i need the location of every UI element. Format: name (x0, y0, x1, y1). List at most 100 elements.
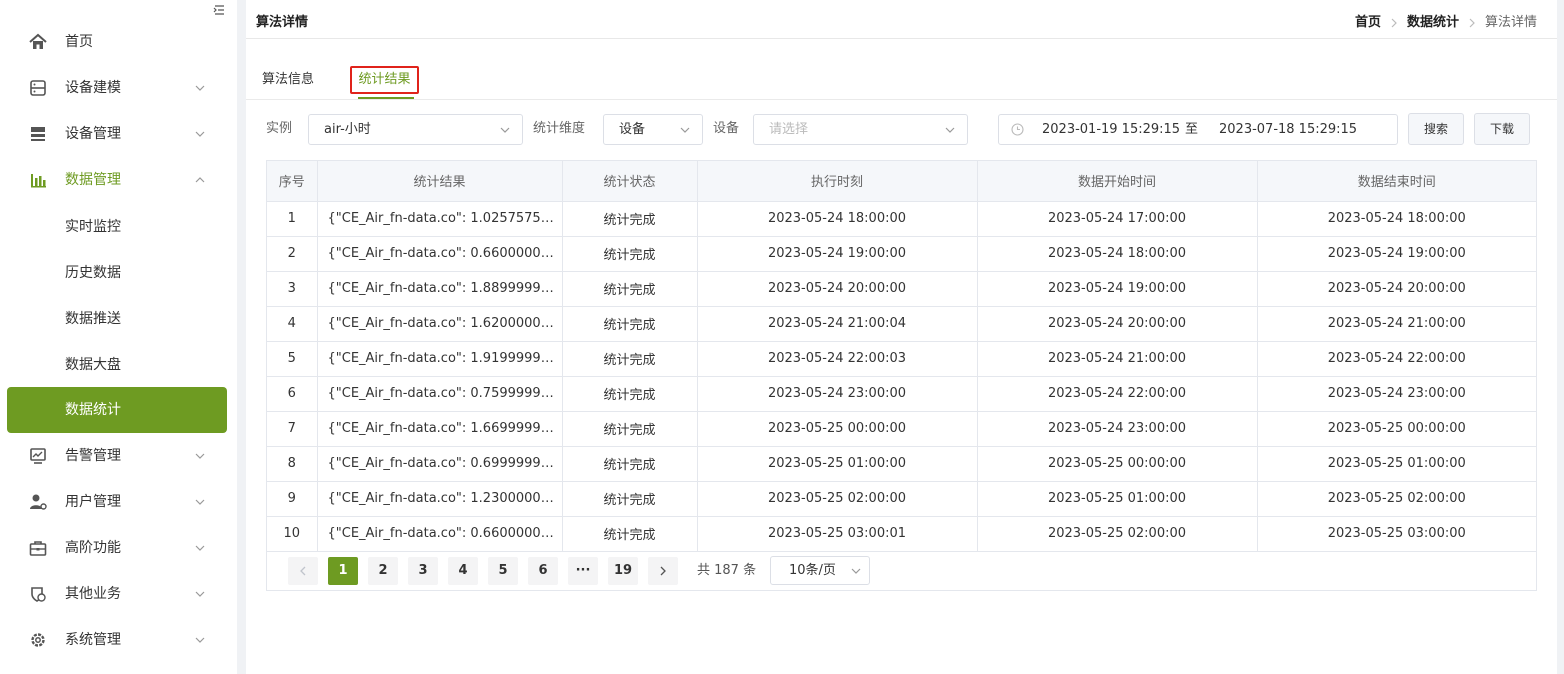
prev-page-button[interactable] (288, 557, 318, 585)
chevron-down-icon (195, 85, 205, 91)
right-gutter (1557, 0, 1564, 674)
breadcrumb-home[interactable]: 首页 (1355, 6, 1381, 39)
cell-end-time: 2023-05-25 03:00:00 (1256, 515, 1536, 552)
device-select[interactable]: 请选择 (753, 114, 968, 145)
table-row: 10 {"CE_Air_fn-data.co": 0.6600000… 统计完成… (267, 515, 1536, 552)
page-ellipsis-button[interactable]: ··· (568, 557, 598, 585)
clock-icon (1011, 123, 1024, 136)
cell-status: 统计完成 (561, 235, 698, 272)
cell-result: {"CE_Air_fn-data.co": 1.0257575… (316, 200, 563, 237)
collapse-menu-icon[interactable] (212, 3, 226, 17)
page-button-6[interactable]: 6 (528, 557, 558, 585)
sidebar-item-realtime-monitor[interactable]: 实时监控 (7, 204, 227, 250)
sidebar-item-data-management[interactable]: 数据管理 (7, 157, 227, 203)
sidebar-item-advanced-features[interactable]: 高阶功能 (7, 525, 227, 571)
cell-end-time: 2023-05-25 02:00:00 (1256, 480, 1536, 517)
dimension-label: 统计维度 (533, 121, 586, 136)
page-button-3[interactable]: 3 (408, 557, 438, 585)
sidebar-item-data-dashboard[interactable]: 数据大盘 (7, 342, 227, 388)
sidebar-item-label: 数据大盘 (65, 357, 121, 373)
chevron-down-icon (945, 127, 955, 133)
cell-start-time: 2023-05-24 19:00:00 (976, 270, 1258, 307)
page-size-select[interactable]: 10条/页 (770, 556, 870, 585)
sidebar-item-system-management[interactable]: 系统管理 (7, 617, 227, 663)
sidebar-item-alarm-management[interactable]: 告警管理 (7, 433, 227, 479)
download-button[interactable]: 下载 (1474, 113, 1530, 145)
chevron-down-icon (195, 453, 205, 459)
table-row: 6 {"CE_Air_fn-data.co": 0.7599999… 统计完成 … (267, 375, 1536, 412)
cell-start-time: 2023-05-24 23:00:00 (976, 410, 1258, 447)
cell-start-time: 2023-05-24 18:00:00 (976, 235, 1258, 272)
cell-index: 4 (267, 305, 318, 342)
cell-start-time: 2023-05-24 20:00:00 (976, 305, 1258, 342)
cell-status: 统计完成 (561, 340, 698, 377)
cell-exec-time: 2023-05-24 21:00:04 (696, 305, 978, 342)
next-page-button[interactable] (648, 557, 678, 585)
sidebar-item-other-business[interactable]: 其他业务 (7, 571, 227, 617)
tab-algorithm-info[interactable]: 算法信息 (262, 70, 314, 90)
instance-select[interactable]: air-小时 (308, 114, 523, 145)
server-icon (30, 80, 46, 96)
cell-status: 统计完成 (561, 515, 698, 552)
sidebar-item-history-data[interactable]: 历史数据 (7, 250, 227, 296)
cell-index: 1 (267, 200, 318, 237)
sidebar-item-device-modeling[interactable]: 设备建模 (7, 65, 227, 111)
sidebar-item-home[interactable]: 首页 (7, 19, 227, 65)
dimension-select[interactable]: 设备 (603, 114, 703, 145)
date-range-picker[interactable]: 2023-01-19 15:29:15 至 2023-07-18 15:29:1… (998, 114, 1398, 145)
cell-exec-time: 2023-05-24 23:00:00 (696, 375, 978, 412)
cell-end-time: 2023-05-24 22:00:00 (1256, 340, 1536, 377)
cell-status: 统计完成 (561, 375, 698, 412)
chevron-down-icon (195, 591, 205, 597)
cell-index: 5 (267, 340, 318, 377)
user-gear-icon (30, 494, 47, 510)
date-end[interactable]: 2023-07-18 15:29:15 (1219, 115, 1357, 144)
column-header-index: 序号 (267, 161, 318, 202)
tab-statistics-result[interactable]: 统计结果 (350, 66, 419, 94)
page-button-1[interactable]: 1 (328, 557, 358, 585)
gear-icon (31, 633, 45, 647)
table-row: 3 {"CE_Air_fn-data.co": 1.8899999… 统计完成 … (267, 270, 1536, 307)
cell-index: 10 (267, 515, 318, 552)
monitor-chart-icon (30, 448, 46, 464)
cell-index: 8 (267, 445, 318, 482)
chevron-down-icon (680, 127, 690, 133)
page-button-2[interactable]: 2 (368, 557, 398, 585)
page-button-19[interactable]: 19 (608, 557, 638, 585)
dimension-select-value: 设备 (619, 122, 646, 137)
sidebar-item-data-push[interactable]: 数据推送 (7, 296, 227, 342)
table-row: 8 {"CE_Air_fn-data.co": 0.6999999… 统计完成 … (267, 445, 1536, 482)
chevron-left-icon (300, 566, 306, 576)
chevron-down-icon (195, 545, 205, 551)
chevron-right-icon (1469, 18, 1475, 27)
cell-index: 3 (267, 270, 318, 307)
column-header-result: 统计结果 (316, 161, 563, 202)
date-separator: 至 (1185, 122, 1199, 137)
sidebar-item-label: 数据推送 (65, 311, 121, 327)
device-select-placeholder: 请选择 (769, 122, 809, 137)
search-button[interactable]: 搜索 (1408, 113, 1464, 145)
sidebar-item-label: 实时监控 (65, 219, 121, 235)
cell-result: {"CE_Air_fn-data.co": 0.6999999… (316, 445, 563, 482)
page-button-5[interactable]: 5 (488, 557, 518, 585)
chevron-right-icon (1391, 18, 1397, 27)
cell-result: {"CE_Air_fn-data.co": 0.7599999… (316, 375, 563, 412)
cell-exec-time: 2023-05-25 03:00:01 (696, 515, 978, 552)
sidebar-item-label: 设备建模 (65, 80, 121, 96)
cell-result: {"CE_Air_fn-data.co": 0.6600000… (316, 515, 563, 552)
column-header-end-time: 数据结束时间 (1256, 161, 1536, 202)
page-button-4[interactable]: 4 (448, 557, 478, 585)
date-start[interactable]: 2023-01-19 15:29:15 (1042, 115, 1180, 144)
cell-index: 9 (267, 480, 318, 517)
breadcrumb-data-statistics[interactable]: 数据统计 (1407, 6, 1459, 39)
sidebar-item-device-management[interactable]: 设备管理 (7, 111, 227, 157)
device-icon (31, 127, 45, 141)
chevron-down-icon (195, 499, 205, 505)
chevron-down-icon (851, 568, 861, 574)
table-row: 5 {"CE_Air_fn-data.co": 1.9199999… 统计完成 … (267, 340, 1536, 377)
sidebar-item-label: 首页 (65, 34, 93, 50)
sidebar-item-user-management[interactable]: 用户管理 (7, 479, 227, 525)
cell-end-time: 2023-05-24 19:00:00 (1256, 235, 1536, 272)
cell-start-time: 2023-05-25 02:00:00 (976, 515, 1258, 552)
sidebar-item-data-statistics[interactable]: 数据统计 (7, 387, 227, 433)
